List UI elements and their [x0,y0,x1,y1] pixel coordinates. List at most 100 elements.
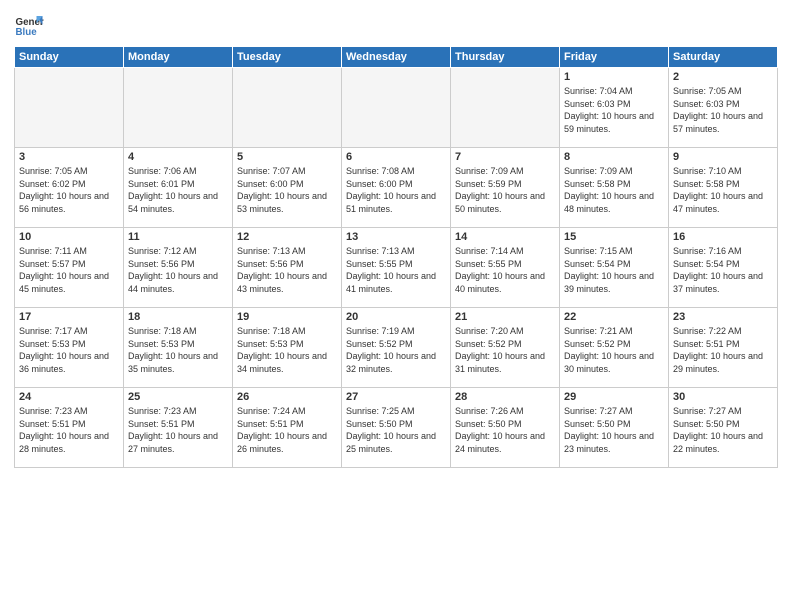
day-info: Sunrise: 7:24 AM Sunset: 5:51 PM Dayligh… [237,405,337,455]
calendar-cell: 22Sunrise: 7:21 AM Sunset: 5:52 PM Dayli… [560,308,669,388]
svg-text:Blue: Blue [16,27,38,38]
day-number: 2 [673,71,773,83]
day-number: 25 [128,391,228,403]
calendar-cell: 16 Sunrise: 7:16 AM Sunset: 5:54 PM Dayli… [669,228,778,308]
day-info: Sunrise: 7:23 AM Sunset: 5:51 PM Dayligh… [19,405,119,455]
calendar-cell: 14Sunrise: 7:14 AM Sunset: 5:55 PM Dayli… [451,228,560,308]
calendar-cell: 1 Sunrise: 7:04 AM Sunset: 6:03 PM Daylig… [560,68,669,148]
weekday-header-tuesday: Tuesday [233,47,342,68]
day-info: Sunrise: 7:05 AM Sunset: 6:03 PM Dayligh… [673,85,773,135]
day-info: Sunrise: 7:25 AM Sunset: 5:50 PM Dayligh… [346,405,446,455]
weekday-header-wednesday: Wednesday [342,47,451,68]
day-info: Sunrise: 7:10 AM Sunset: 5:58 PM Dayligh… [673,165,773,215]
calendar-cell [15,68,124,148]
day-number: 20 [346,311,446,323]
week-row-2: 10Sunrise: 7:11 AM Sunset: 5:57 PM Dayli… [15,228,778,308]
calendar-cell: 5 Sunrise: 7:07 AM Sunset: 6:00 PM Daylig… [233,148,342,228]
day-info: Sunrise: 7:08 AM Sunset: 6:00 PM Dayligh… [346,165,446,215]
day-info: Sunrise: 7:04 AM Sunset: 6:03 PM Dayligh… [564,85,664,135]
day-number: 5 [237,151,337,163]
day-number: 28 [455,391,555,403]
calendar-cell: 17 Sunrise: 7:17 AM Sunset: 5:53 PM Dayli… [15,308,124,388]
weekday-header-friday: Friday [560,47,669,68]
page: General Blue SundayMondayTuesdayWednesda… [0,0,792,612]
calendar-cell [233,68,342,148]
day-info: Sunrise: 7:15 AM Sunset: 5:54 PM Dayligh… [564,245,664,295]
logo: General Blue [14,10,44,40]
calendar-cell [124,68,233,148]
day-info: Sunrise: 7:21 AM Sunset: 5:52 PM Dayligh… [564,325,664,375]
week-row-3: 17 Sunrise: 7:17 AM Sunset: 5:53 PM Dayli… [15,308,778,388]
day-number: 23 [673,311,773,323]
calendar-cell: 11 Sunrise: 7:12 AM Sunset: 5:56 PM Dayli… [124,228,233,308]
day-info: Sunrise: 7:22 AM Sunset: 5:51 PM Dayligh… [673,325,773,375]
day-info: Sunrise: 7:16 AM Sunset: 5:54 PM Dayligh… [673,245,773,295]
calendar-cell [451,68,560,148]
day-number: 30 [673,391,773,403]
day-number: 21 [455,311,555,323]
day-info: Sunrise: 7:12 AM Sunset: 5:56 PM Dayligh… [128,245,228,295]
calendar-cell: 12 Sunrise: 7:13 AM Sunset: 5:56 PM Dayli… [233,228,342,308]
weekday-header-saturday: Saturday [669,47,778,68]
day-number: 26 [237,391,337,403]
calendar-cell: 13Sunrise: 7:13 AM Sunset: 5:55 PM Dayli… [342,228,451,308]
calendar-cell: 8 Sunrise: 7:09 AM Sunset: 5:58 PM Daylig… [560,148,669,228]
weekday-header-sunday: Sunday [15,47,124,68]
day-number: 7 [455,151,555,163]
calendar-cell: 23 Sunrise: 7:22 AM Sunset: 5:51 PM Dayli… [669,308,778,388]
calendar-cell: 19 Sunrise: 7:18 AM Sunset: 5:53 PM Dayli… [233,308,342,388]
week-row-4: 24 Sunrise: 7:23 AM Sunset: 5:51 PM Dayli… [15,388,778,468]
calendar-cell [342,68,451,148]
day-info: Sunrise: 7:20 AM Sunset: 5:52 PM Dayligh… [455,325,555,375]
calendar-cell: 30 Sunrise: 7:27 AM Sunset: 5:50 PM Dayli… [669,388,778,468]
day-number: 15 [564,231,664,243]
day-number: 24 [19,391,119,403]
calendar-cell: 29 Sunrise: 7:27 AM Sunset: 5:50 PM Dayli… [560,388,669,468]
calendar-cell: 27Sunrise: 7:25 AM Sunset: 5:50 PM Dayli… [342,388,451,468]
day-number: 9 [673,151,773,163]
calendar-cell: 2 Sunrise: 7:05 AM Sunset: 6:03 PM Daylig… [669,68,778,148]
day-info: Sunrise: 7:18 AM Sunset: 5:53 PM Dayligh… [128,325,228,375]
day-info: Sunrise: 7:26 AM Sunset: 5:50 PM Dayligh… [455,405,555,455]
calendar-cell: 9 Sunrise: 7:10 AM Sunset: 5:58 PM Daylig… [669,148,778,228]
day-info: Sunrise: 7:06 AM Sunset: 6:01 PM Dayligh… [128,165,228,215]
day-info: Sunrise: 7:27 AM Sunset: 5:50 PM Dayligh… [673,405,773,455]
calendar-cell: 24 Sunrise: 7:23 AM Sunset: 5:51 PM Dayli… [15,388,124,468]
day-number: 29 [564,391,664,403]
day-number: 18 [128,311,228,323]
calendar-cell: 20 Sunrise: 7:19 AM Sunset: 5:52 PM Dayli… [342,308,451,388]
calendar-cell: 21 Sunrise: 7:20 AM Sunset: 5:52 PM Dayli… [451,308,560,388]
day-info: Sunrise: 7:13 AM Sunset: 5:56 PM Dayligh… [237,245,337,295]
day-number: 6 [346,151,446,163]
day-number: 19 [237,311,337,323]
calendar-cell: 15 Sunrise: 7:15 AM Sunset: 5:54 PM Dayli… [560,228,669,308]
day-info: Sunrise: 7:17 AM Sunset: 5:53 PM Dayligh… [19,325,119,375]
day-number: 13 [346,231,446,243]
calendar-cell: 3Sunrise: 7:05 AM Sunset: 6:02 PM Daylig… [15,148,124,228]
calendar-table: SundayMondayTuesdayWednesdayThursdayFrid… [14,46,778,468]
day-number: 17 [19,311,119,323]
day-info: Sunrise: 7:18 AM Sunset: 5:53 PM Dayligh… [237,325,337,375]
day-number: 8 [564,151,664,163]
header: General Blue [14,10,778,40]
day-number: 16 [673,231,773,243]
weekday-header-thursday: Thursday [451,47,560,68]
day-info: Sunrise: 7:19 AM Sunset: 5:52 PM Dayligh… [346,325,446,375]
day-info: Sunrise: 7:09 AM Sunset: 5:59 PM Dayligh… [455,165,555,215]
calendar-cell: 4Sunrise: 7:06 AM Sunset: 6:01 PM Daylig… [124,148,233,228]
day-number: 10 [19,231,119,243]
calendar-cell: 28 Sunrise: 7:26 AM Sunset: 5:50 PM Dayli… [451,388,560,468]
day-number: 11 [128,231,228,243]
day-number: 12 [237,231,337,243]
day-number: 1 [564,71,664,83]
week-row-1: 3Sunrise: 7:05 AM Sunset: 6:02 PM Daylig… [15,148,778,228]
day-info: Sunrise: 7:09 AM Sunset: 5:58 PM Dayligh… [564,165,664,215]
day-info: Sunrise: 7:14 AM Sunset: 5:55 PM Dayligh… [455,245,555,295]
calendar-cell: 26 Sunrise: 7:24 AM Sunset: 5:51 PM Dayli… [233,388,342,468]
weekday-header-monday: Monday [124,47,233,68]
day-info: Sunrise: 7:07 AM Sunset: 6:00 PM Dayligh… [237,165,337,215]
day-info: Sunrise: 7:05 AM Sunset: 6:02 PM Dayligh… [19,165,119,215]
day-info: Sunrise: 7:27 AM Sunset: 5:50 PM Dayligh… [564,405,664,455]
calendar-cell: 10Sunrise: 7:11 AM Sunset: 5:57 PM Dayli… [15,228,124,308]
calendar-cell: 25Sunrise: 7:23 AM Sunset: 5:51 PM Dayli… [124,388,233,468]
